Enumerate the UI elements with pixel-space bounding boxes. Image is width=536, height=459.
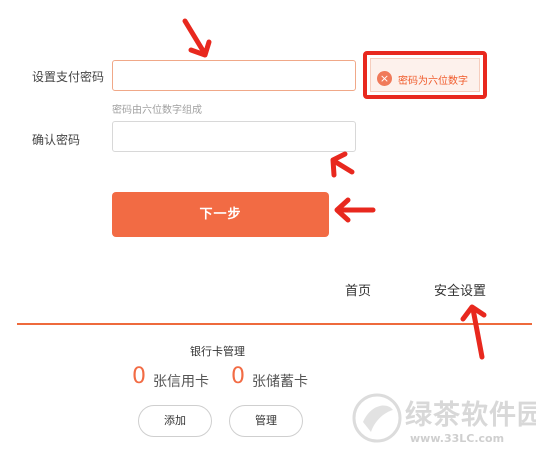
red-arrow-icon bbox=[460, 304, 487, 360]
annotation-arrows bbox=[182, 18, 487, 360]
red-arrow-icon bbox=[330, 151, 355, 178]
red-arrow-icon bbox=[334, 197, 376, 223]
red-arrow-icon bbox=[182, 18, 212, 58]
